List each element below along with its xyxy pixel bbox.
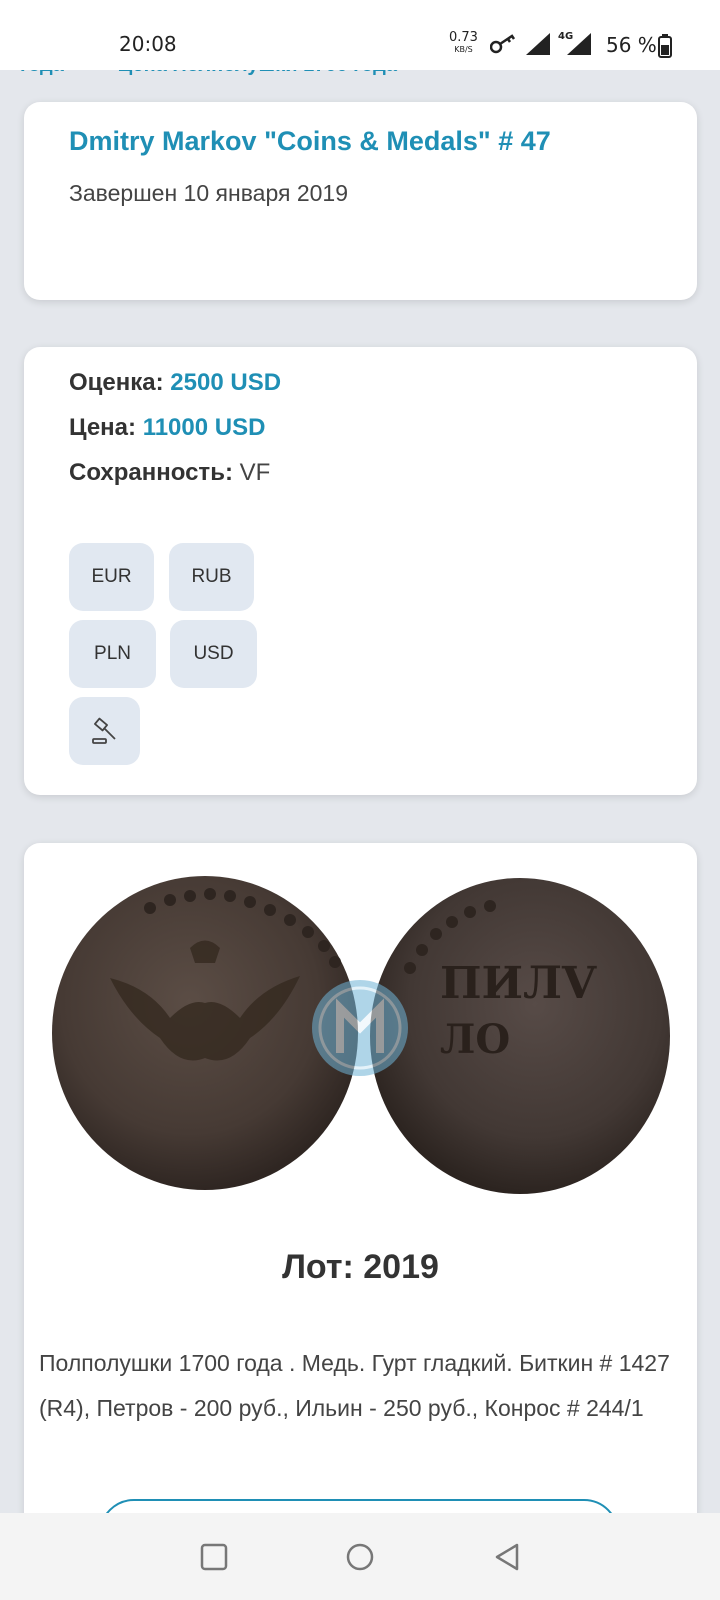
network-speed-unit: KB/S (454, 45, 473, 54)
price-label: Цена: (69, 414, 137, 441)
auction-status: Завершен 10 января 2019 (69, 180, 348, 206)
coin-photo[interactable]: ПИЛV ЛО (40, 868, 680, 1198)
system-nav-bar (0, 1513, 720, 1600)
coin-obverse (52, 876, 358, 1190)
condition-row: Сохранность: VF (69, 459, 270, 487)
network-speed: 0.73 KB/S (449, 30, 478, 56)
auction-gavel-button[interactable] (69, 697, 140, 765)
battery-percent: 56 % (606, 33, 657, 57)
condition-value: VF (239, 459, 271, 486)
home-icon[interactable] (346, 1543, 374, 1571)
coin-reverse: ПИЛV ЛО (370, 878, 670, 1194)
status-time: 20:08 (119, 32, 177, 56)
lot-title: Лот: 2019 (282, 1248, 439, 1286)
back-icon[interactable] (493, 1543, 521, 1571)
currency-eur-button[interactable]: EUR (69, 543, 154, 611)
status-bar: 20:08 0.73 KB/S 4G 56 % (0, 0, 720, 70)
lot-card: ПИЛV ЛО Лот: 2019 Полполушки 1700 года .… (24, 843, 697, 1600)
currency-usd-button[interactable]: USD (170, 620, 257, 688)
gavel-icon (91, 717, 116, 744)
currency-rub-button[interactable]: RUB (169, 543, 254, 611)
coin-inscription-top: ПИЛV (440, 958, 597, 1009)
estimate-value: 2500 USD (170, 369, 282, 396)
auction-card: Dmitry Markov "Coins & Medals" # 47 Заве… (24, 102, 697, 300)
coin-inscription-bottom: ЛО (440, 1016, 510, 1063)
auction-title-link[interactable]: Dmitry Markov "Coins & Medals" # 47 (69, 126, 551, 157)
signal-icon-2 (567, 33, 591, 55)
currency-pln-button[interactable]: PLN (69, 620, 156, 688)
price-row: Цена: 11000 USD (69, 414, 265, 442)
estimate-label: Оценка: (69, 369, 164, 396)
estimate-row: Оценка: 2500 USD (69, 369, 281, 397)
watermark-logo (312, 980, 408, 1076)
network-speed-value: 0.73 (449, 30, 478, 45)
price-value: 11000 USD (142, 414, 266, 441)
lot-description: Полполушки 1700 года . Медь. Гурт гладки… (39, 1350, 670, 1421)
vpn-key-icon (490, 34, 516, 54)
signal-icon (526, 33, 550, 55)
condition-label: Сохранность: (69, 459, 233, 486)
lot-info-card: Оценка: 2500 USD Цена: 11000 USD Сохранн… (24, 347, 697, 795)
recent-apps-icon[interactable] (200, 1543, 228, 1571)
battery-icon (658, 34, 672, 58)
